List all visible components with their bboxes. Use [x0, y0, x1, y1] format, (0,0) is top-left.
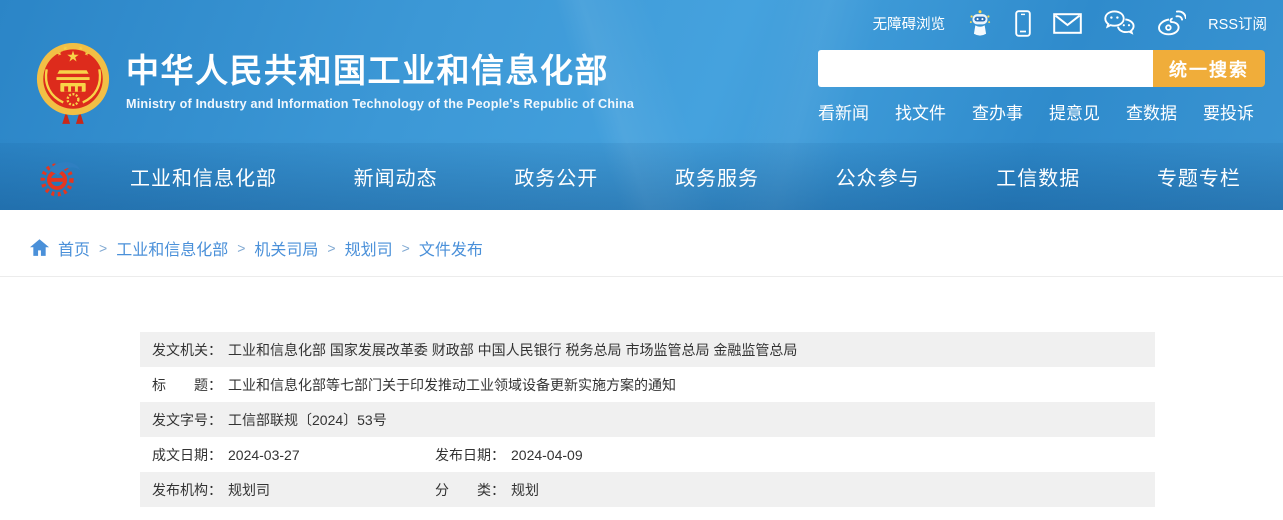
meta-value: 规划	[511, 480, 539, 500]
nav-item[interactable]: 公众参与	[836, 162, 920, 191]
meta-value: 工业和信息化部等七部门关于印发推动工业领域设备更新实施方案的通知	[228, 375, 676, 395]
site-title: 中华人民共和国工业和信息化部	[126, 51, 634, 91]
search-quick-links: 看新闻 找文件 查办事 提意见 查数据 要投诉	[818, 99, 1265, 124]
breadcrumb: 首页 > 工业和信息化部 > 机关司局 > 规划司 > 文件发布	[0, 210, 1283, 277]
nav-item[interactable]: 专题专栏	[1157, 162, 1241, 191]
search-block: 统一搜索 看新闻 找文件 查办事 提意见 查数据 要投诉	[818, 50, 1265, 124]
logo-block[interactable]: 中华人民共和国工业和信息化部 Ministry of Industry and …	[34, 38, 634, 124]
breadcrumb-separator: >	[402, 240, 410, 256]
search-button[interactable]: 统一搜索	[1153, 50, 1265, 87]
meta-value: 规划司	[228, 480, 270, 500]
meta-label: 分 类：	[435, 480, 505, 500]
breadcrumb-separator: >	[237, 240, 245, 256]
utility-bar: 无障碍浏览	[0, 0, 1283, 30]
meta-row: 成文日期： 2024-03-27 发布日期： 2024-04-09	[140, 437, 1155, 472]
search-quick-link[interactable]: 看新闻	[818, 99, 869, 124]
search-row: 统一搜索	[818, 50, 1265, 87]
nav-item[interactable]: 工信数据	[996, 162, 1080, 191]
page: 无障碍浏览	[0, 0, 1283, 520]
breadcrumb-items: 首页 > 工业和信息化部 > 机关司局 > 规划司 > 文件发布	[58, 236, 483, 260]
breadcrumb-separator: >	[99, 240, 107, 256]
main-nav: 工业和信息化部 新闻动态 政务公开 政务服务 公众参与 工信数据 专题专栏	[0, 143, 1283, 210]
meta-label: 发文字号：	[152, 410, 222, 430]
meta-cell: 成文日期： 2024-03-27	[152, 445, 435, 465]
meta-value: 2024-03-27	[228, 447, 300, 463]
search-quick-link[interactable]: 提意见	[1049, 99, 1100, 124]
meta-cell: 发布日期： 2024-04-09	[435, 445, 583, 465]
meta-value: 2024-04-09	[511, 447, 583, 463]
breadcrumb-item[interactable]: 文件发布	[419, 236, 483, 260]
breadcrumb-item[interactable]: 规划司	[345, 236, 393, 260]
miit-e-logo-icon	[36, 154, 82, 200]
national-emblem-icon	[34, 38, 112, 124]
breadcrumb-item[interactable]: 机关司局	[254, 236, 318, 260]
breadcrumb-item[interactable]: 工业和信息化部	[116, 236, 228, 260]
document-meta-table: 发文机关： 工业和信息化部 国家发展改革委 财政部 中国人民银行 税务总局 市场监…	[140, 332, 1155, 507]
meta-value: 工信部联规〔2024〕53号	[228, 410, 387, 430]
nav-item[interactable]: 政务公开	[514, 162, 598, 191]
nav-item[interactable]: 工业和信息化部	[130, 162, 277, 191]
meta-label: 标 题：	[152, 375, 222, 395]
site-titles: 中华人民共和国工业和信息化部 Ministry of Industry and …	[126, 51, 634, 112]
meta-cell: 发文机关： 工业和信息化部 国家发展改革委 财政部 中国人民银行 税务总局 市场监…	[152, 340, 797, 360]
meta-row: 发文机关： 工业和信息化部 国家发展改革委 财政部 中国人民银行 税务总局 市场监…	[140, 332, 1155, 367]
meta-label: 成文日期：	[152, 445, 222, 465]
site-header: 无障碍浏览	[0, 0, 1283, 210]
search-quick-link[interactable]: 查数据	[1126, 99, 1177, 124]
meta-row: 标 题： 工业和信息化部等七部门关于印发推动工业领域设备更新实施方案的通知	[140, 367, 1155, 402]
breadcrumb-separator: >	[327, 240, 335, 256]
breadcrumb-item[interactable]: 首页	[58, 236, 90, 260]
meta-cell: 标 题： 工业和信息化部等七部门关于印发推动工业领域设备更新实施方案的通知	[152, 375, 676, 395]
meta-label: 发文机关：	[152, 340, 222, 360]
meta-cell: 分 类： 规划	[435, 480, 539, 500]
search-quick-link[interactable]: 找文件	[895, 99, 946, 124]
meta-label: 发布日期：	[435, 445, 505, 465]
meta-cell: 发文字号： 工信部联规〔2024〕53号	[152, 410, 387, 430]
search-quick-link[interactable]: 查办事	[972, 99, 1023, 124]
meta-row: 发文字号： 工信部联规〔2024〕53号	[140, 402, 1155, 437]
nav-item[interactable]: 新闻动态	[354, 162, 438, 191]
nav-items: 工业和信息化部 新闻动态 政务公开 政务服务 公众参与 工信数据 专题专栏	[130, 162, 1241, 191]
home-icon[interactable]	[30, 239, 49, 257]
meta-row: 发布机构： 规划司 分 类： 规划	[140, 472, 1155, 507]
search-quick-link[interactable]: 要投诉	[1203, 99, 1254, 124]
meta-label: 发布机构：	[152, 480, 222, 500]
search-input[interactable]	[818, 50, 1153, 87]
header-main: 中华人民共和国工业和信息化部 Ministry of Industry and …	[0, 30, 1283, 124]
meta-value: 工业和信息化部 国家发展改革委 财政部 中国人民银行 税务总局 市场监管总局 金…	[228, 340, 797, 360]
meta-cell: 发布机构： 规划司	[152, 480, 435, 500]
site-subtitle: Ministry of Industry and Information Tec…	[126, 97, 634, 111]
nav-item[interactable]: 政务服务	[675, 162, 759, 191]
